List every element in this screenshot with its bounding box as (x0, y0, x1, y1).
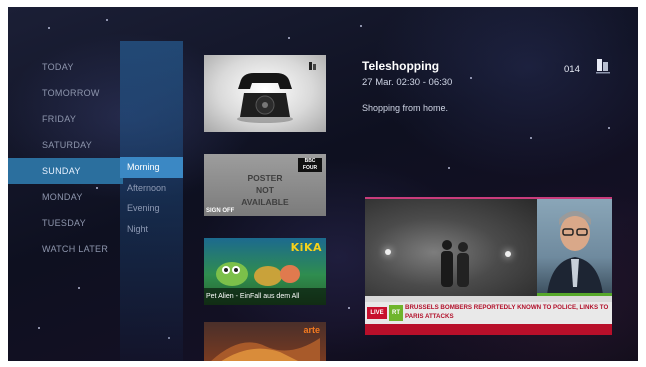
daypart-item-morning[interactable]: Morning (120, 157, 183, 178)
daypart-menu: Morning Afternoon Evening Night (120, 157, 183, 239)
poster-line: NOT (256, 185, 274, 195)
star (470, 77, 472, 79)
programme-title: SIGN OFF (206, 208, 235, 214)
network-logo: RT (389, 305, 403, 321)
daypart-item-afternoon[interactable]: Afternoon (120, 178, 183, 199)
news-ticker: LIVE RT BRUSSELS BOMBERS REPORTEDLY KNOW… (365, 302, 612, 324)
light-icon (385, 249, 391, 255)
programme-detail-description: Shopping from home. (362, 103, 449, 113)
star (608, 127, 610, 129)
day-item-monday[interactable]: MONDAY (8, 184, 123, 210)
day-item-sunday[interactable]: SUNDAY (8, 158, 123, 184)
programme-artwork-icon (211, 338, 320, 361)
programme-tile-pet-alien[interactable]: KiKA Pet Alien - EinFall aus dem All (204, 238, 326, 305)
daypart-item-evening[interactable]: Evening (120, 198, 183, 219)
programme-title: Pet Alien - EinFall aus dem All (204, 288, 326, 305)
star (348, 307, 350, 309)
programme-tile-teleshopping[interactable] (204, 55, 326, 132)
day-item-watch-later[interactable]: WATCH LATER (8, 236, 123, 262)
kika-logo: KiKA (290, 241, 322, 254)
star (78, 287, 80, 289)
channel-mark-icon (309, 62, 316, 70)
star (106, 19, 108, 21)
star (48, 27, 50, 29)
channel-number: 014 (564, 64, 580, 75)
light-icon (505, 251, 511, 257)
arte-logo: arte (303, 325, 320, 335)
day-item-saturday[interactable]: SATURDAY (8, 132, 123, 158)
poster-line: POSTER (247, 173, 283, 183)
programme-detail-time: 27 Mar. 02:30 - 06:30 (362, 77, 453, 88)
live-label: LIVE (367, 307, 387, 319)
star (38, 327, 40, 329)
silhouette-figures-icon (441, 240, 469, 287)
channel-logo-icon (596, 59, 610, 74)
ticker-bar (365, 324, 612, 335)
cartoon-characters-icon (216, 262, 300, 286)
day-item-today[interactable]: TODAY (8, 54, 123, 80)
day-item-tuesday[interactable]: TUESDAY (8, 210, 123, 236)
programme-tile-arte[interactable]: arte (204, 322, 326, 361)
star (288, 37, 290, 39)
tv-guide-screen: TODAY TOMORROW FRIDAY SATURDAY SUNDAY MO… (8, 7, 638, 361)
programme-detail-title: Teleshopping (362, 59, 440, 73)
programme-tile-sign-off[interactable]: BBC FOUR POSTER NOT AVAILABLE SIGN OFF (204, 154, 326, 216)
news-guest-video (537, 199, 612, 296)
day-item-tomorrow[interactable]: TOMORROW (8, 80, 123, 106)
news-footage (365, 199, 537, 296)
daypart-item-night[interactable]: Night (120, 219, 183, 240)
star (360, 25, 362, 27)
live-preview-window[interactable]: LIVE RT BRUSSELS BOMBERS REPORTEDLY KNOW… (365, 197, 612, 335)
news-headline: BRUSSELS BOMBERS REPORTEDLY KNOWN TO POL… (405, 304, 609, 320)
poster-line: AVAILABLE (241, 197, 289, 207)
poster-placeholder-text: POSTER NOT AVAILABLE (204, 172, 326, 208)
guest-portrait-icon (547, 211, 603, 295)
star (530, 137, 532, 139)
star (448, 167, 450, 169)
day-menu: TODAY TOMORROW FRIDAY SATURDAY SUNDAY MO… (8, 54, 123, 262)
telephone-icon (237, 73, 293, 123)
bbc-four-logo: BBC FOUR (298, 158, 322, 172)
day-item-friday[interactable]: FRIDAY (8, 106, 123, 132)
